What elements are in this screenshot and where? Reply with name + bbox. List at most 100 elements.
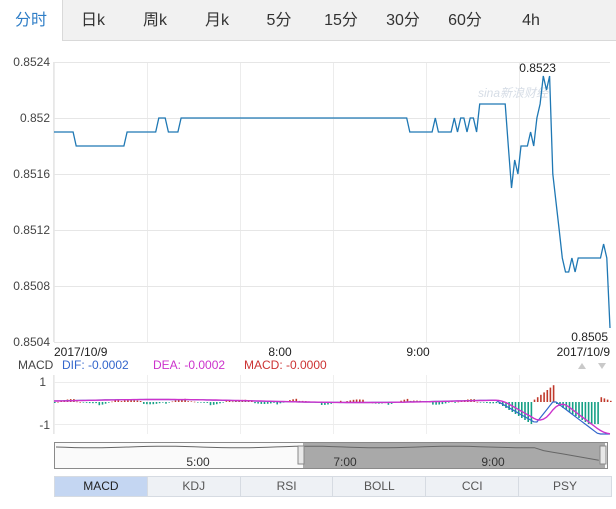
macd-bar-66: [263, 402, 266, 404]
macd-bar-21: [120, 401, 123, 402]
navigator-right-handle: [599, 445, 607, 465]
macd-bar-29: [146, 402, 148, 405]
macd-bar-32: [155, 402, 158, 404]
macd-bar-164: [575, 402, 577, 416]
indicator-tab-6[interactable]: PSY: [519, 477, 611, 496]
scroll-up-icon: [578, 363, 586, 369]
macd-bar-25: [133, 400, 135, 402]
macd-bar-135: [482, 402, 485, 403]
macd-bar-46: [200, 402, 202, 403]
macd-bar-23: [127, 400, 129, 402]
macd-bar-47: [203, 402, 205, 403]
macd-bar-14: [98, 402, 101, 406]
indicator-tab-2[interactable]: KDJ: [147, 477, 241, 496]
macd-bar-163: [571, 402, 574, 414]
macd-bar-11: [88, 402, 91, 404]
y-tick-label-5: 0.8504: [13, 335, 50, 349]
macd-bar-123: [444, 402, 447, 404]
macd-bar-52: [219, 402, 221, 404]
macd-bar-18: [111, 401, 113, 403]
macd-bar-64: [257, 402, 259, 404]
macd-bar-133: [476, 401, 479, 403]
macd-bar-19: [114, 400, 116, 402]
macd-bar-120: [435, 402, 437, 405]
y-tick-label-1: 0.852: [20, 111, 50, 125]
macd-legend-macd: MACD: -0.0000: [244, 358, 327, 372]
macd-bar-12: [92, 402, 94, 404]
x-tick-label-3: 2017/10/9: [557, 345, 611, 359]
macd-legend-name: MACD: [18, 358, 54, 372]
navigator-left-handle: [297, 445, 305, 465]
macd-bar-34: [162, 402, 164, 403]
indicator-tab-3[interactable]: RSI: [240, 477, 334, 496]
max-price-label: 0.8523: [519, 61, 556, 75]
macd-bar-31: [152, 402, 155, 405]
y-tick-label-0: 0.8524: [13, 55, 50, 69]
macd-bar-70: [276, 402, 278, 405]
macd-bar-151: [533, 399, 536, 402]
macd-bar-136: [486, 402, 488, 403]
macd-bar-13: [95, 402, 97, 404]
macd-bar-9: [82, 402, 85, 403]
macd-bar-172: [600, 397, 603, 402]
macd-bar-175: [610, 400, 612, 402]
macd-bar-16: [104, 402, 107, 404]
macd-bar-28: [143, 402, 145, 404]
macd-bar-15: [101, 402, 104, 405]
macd-bar-171: [597, 402, 599, 424]
x-tick-label-1: 8:00: [268, 345, 292, 359]
macd-bar-49: [209, 402, 212, 406]
macd-bar-42: [187, 401, 189, 402]
macd-bar-26: [136, 400, 139, 402]
indicator-tab-5[interactable]: CCI: [426, 477, 520, 496]
macd-bar-169: [590, 402, 593, 424]
macd-bar-173: [603, 398, 606, 402]
macd-bar-96: [359, 399, 361, 402]
macd-bar-7: [76, 401, 78, 403]
navigator-label-0: 5:00: [186, 455, 210, 469]
macd-bar-8: [79, 402, 81, 403]
x-tick-label-2: 9:00: [406, 345, 430, 359]
indicator-tab-bar: MACD KDJ RSI BOLL CCI PSY: [54, 476, 612, 497]
watermark-logo: sina新浪财经: [478, 86, 550, 100]
macd-bar-65: [260, 402, 263, 404]
macd-legend-dif: DIF: -0.0002: [62, 358, 129, 372]
indicator-tab-1[interactable]: MACD: [55, 477, 148, 496]
macd-bar-119: [432, 402, 434, 405]
macd-bar-138: [492, 402, 494, 404]
macd-bar-36: [168, 402, 170, 403]
macd-bar-51: [216, 402, 218, 405]
chart-svg: 0.8524 0.852 0.8516 0.8512 0.8508 0.8504 sina新…: [13, 55, 612, 469]
dif-line: [53, 398, 610, 435]
macd-bar-48: [206, 402, 209, 403]
macd-bar-152: [536, 397, 539, 402]
macd-bar-121: [438, 402, 440, 405]
macd-bar-17: [108, 402, 110, 403]
macd-legend-dea: DEA: -0.0002: [153, 358, 225, 372]
macd-bar-33: [158, 402, 161, 404]
macd-bar-68: [270, 402, 272, 404]
x-tick-label-0: 2017/10/9: [54, 345, 108, 359]
price-line: [54, 75, 611, 329]
indicator-tab-4[interactable]: BOLL: [333, 477, 427, 496]
y-tick-label-3: 0.8512: [13, 223, 50, 237]
macd-bar-50: [212, 402, 215, 405]
macd-bar-124: [448, 402, 450, 403]
y-tick-label-4: 0.8508: [13, 279, 50, 293]
macd-bar-44: [193, 401, 196, 403]
macd-bar-53: [222, 402, 224, 403]
macd-bar-37: [171, 401, 174, 403]
macd-bar-153: [540, 394, 542, 402]
macd-bar-1: [57, 401, 59, 403]
macd-bar-56: [231, 401, 234, 403]
y-tick-label-2: 0.8516: [13, 167, 50, 181]
macd-bar-134: [479, 402, 482, 403]
macd-bar-155: [546, 390, 549, 402]
macd-bar-54: [225, 401, 228, 402]
dea-line: [54, 398, 611, 435]
macd-bar-157: [552, 385, 555, 402]
macd-bar-174: [606, 399, 609, 402]
scroll-down-icon: [598, 363, 606, 369]
macd-tick-1: -1: [39, 418, 50, 432]
macd-bar-94: [352, 399, 355, 402]
